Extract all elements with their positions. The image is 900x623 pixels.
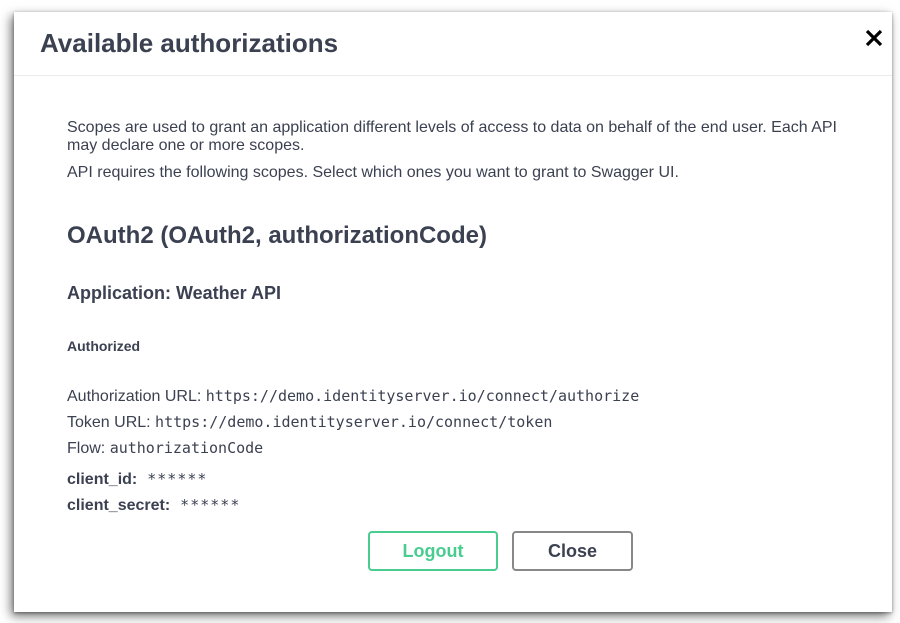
scheme-title: OAuth2 (OAuth2, authorizationCode) xyxy=(67,222,487,249)
client-id-label: client_id: xyxy=(67,471,138,488)
client-id-row: client_id: ****** xyxy=(67,470,207,489)
authorization-url-value: https://demo.identityserver.io/connect/a… xyxy=(205,387,640,405)
client-secret-row: client_secret: ****** xyxy=(67,496,240,515)
scopes-description: Scopes are used to grant an application … xyxy=(67,119,837,154)
flow-label: Flow: xyxy=(67,440,106,457)
dialog-title: Available authorizations xyxy=(40,28,339,58)
authorization-url-row: Authorization URL: https://demo.identity… xyxy=(67,387,639,406)
logout-button[interactable]: Logout xyxy=(368,531,498,571)
token-url-row: Token URL: https://demo.identityserver.i… xyxy=(67,413,552,432)
authorization-url-label: Authorization URL: xyxy=(67,388,202,405)
dialog-header: Available authorizations xyxy=(14,12,892,76)
application-name: Application: Weather API xyxy=(67,283,282,303)
client-id-value: ****** xyxy=(147,470,208,488)
flow-value: authorizationCode xyxy=(109,439,264,457)
close-x-icon[interactable] xyxy=(864,24,884,52)
client-secret-value: ****** xyxy=(180,496,241,514)
token-url-value: https://demo.identityserver.io/connect/t… xyxy=(155,413,553,431)
authorized-status: Authorized xyxy=(67,338,141,354)
authorizations-dialog: Available authorizations Scopes are used… xyxy=(14,12,892,612)
token-url-label: Token URL: xyxy=(67,414,151,431)
close-button[interactable]: Close xyxy=(512,531,633,571)
scopes-instruction: API requires the following scopes. Selec… xyxy=(67,164,679,181)
client-secret-label: client_secret: xyxy=(67,497,171,514)
flow-row: Flow: authorizationCode xyxy=(67,439,263,458)
